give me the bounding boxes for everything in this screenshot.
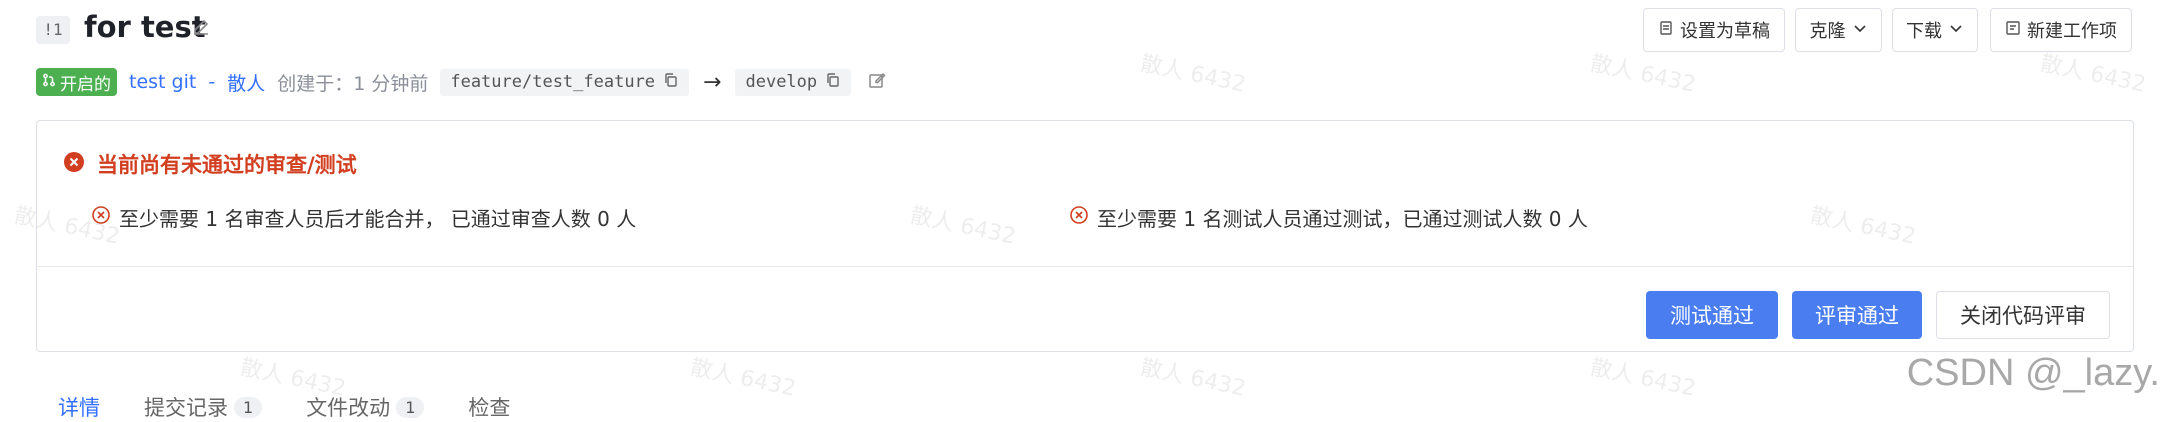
test-requirement-text: 至少需要 1 名测试人员通过测试，已通过测试人数 0 人 xyxy=(1097,207,1588,231)
source-branch: feature/test_feature xyxy=(440,68,690,96)
new-work-item-button[interactable]: 新建工作项 xyxy=(1990,8,2132,52)
author-link[interactable]: 散人 xyxy=(227,69,265,96)
review-alert-title: 当前尚有未通过的审查/测试 xyxy=(97,153,357,177)
watermark-text: 散人 6432 xyxy=(1588,355,1698,402)
tab-commits[interactable]: 提交记录 1 xyxy=(144,392,263,422)
new-work-item-label: 新建工作项 xyxy=(2027,21,2117,42)
pr-meta-row: 开启的 test git - 散人 创建于：1 分钟前 feature/test… xyxy=(36,66,887,98)
copy-icon[interactable] xyxy=(663,72,679,93)
watermark-text: 散人 6432 xyxy=(2038,51,2148,98)
draft-icon xyxy=(1658,20,1674,41)
review-pass-button[interactable]: 评审通过 xyxy=(1792,291,1922,339)
status-badge: 开启的 xyxy=(36,68,117,96)
clone-label: 克隆 xyxy=(1809,21,1846,42)
close-review-button[interactable]: 关闭代码评审 xyxy=(1936,291,2110,339)
tab-label: 详情 xyxy=(58,396,100,420)
merge-request-icon xyxy=(42,72,56,92)
csdn-watermark: CSDN @_lazy. xyxy=(1906,352,2160,394)
created-time: 创建于：1 分钟前 xyxy=(277,72,429,95)
watermark-text: 散人 6432 xyxy=(1138,51,1248,98)
tab-label: 检查 xyxy=(468,396,511,420)
tab-details[interactable]: 详情 xyxy=(58,392,100,422)
error-circle-icon xyxy=(63,151,85,178)
target-branch: develop xyxy=(735,68,852,96)
review-requirement: 至少需要 1 名审查人员后才能合并， 已通过审查人数 0 人 xyxy=(91,203,636,232)
chevron-down-icon xyxy=(1852,20,1868,41)
download-label: 下载 xyxy=(1906,21,1942,42)
review-requirement-text: 至少需要 1 名审查人员后才能合并， 已通过审查人数 0 人 xyxy=(119,207,637,231)
work-item-icon xyxy=(2005,20,2021,41)
clone-dropdown-button[interactable]: 克隆 xyxy=(1795,8,1882,52)
watermark-text: 散人 6432 xyxy=(688,355,798,402)
watermark-text: 散人 6432 xyxy=(1138,355,1248,402)
edit-branch-icon[interactable] xyxy=(867,70,887,95)
error-circle-outline-icon xyxy=(91,205,111,230)
tab-label: 提交记录 xyxy=(144,396,228,420)
review-status-panel: 当前尚有未通过的审查/测试 至少需要 1 名审查人员后才能合并， 已通过审查人数… xyxy=(36,120,2134,352)
status-label: 开启的 xyxy=(60,74,111,95)
pr-number-badge: !1 xyxy=(36,16,70,44)
tab-label: 文件改动 xyxy=(306,396,391,420)
target-branch-name: develop xyxy=(745,72,818,92)
tab-checks[interactable]: 检查 xyxy=(468,392,510,422)
error-circle-outline-icon xyxy=(1069,205,1089,230)
tab-file-changes[interactable]: 文件改动 1 xyxy=(306,392,425,422)
set-draft-button[interactable]: 设置为草稿 xyxy=(1643,8,1785,52)
copy-icon[interactable] xyxy=(825,72,841,93)
review-alert: 当前尚有未通过的审查/测试 xyxy=(63,149,357,179)
chevron-down-icon xyxy=(1948,20,1964,41)
source-branch-name: feature/test_feature xyxy=(450,72,656,92)
tab-count-badge: 1 xyxy=(234,396,263,418)
page-title: for test xyxy=(84,10,206,44)
download-dropdown-button[interactable]: 下载 xyxy=(1892,8,1978,52)
watermark-text: 散人 6432 xyxy=(1588,51,1698,98)
edit-title-icon[interactable] xyxy=(190,16,212,42)
repo-link[interactable]: test git xyxy=(129,71,196,93)
tab-count-badge: 1 xyxy=(396,396,425,418)
detail-tabs: 详情 提交记录 1 文件改动 1 检查 xyxy=(58,392,554,422)
meta-separator: - xyxy=(208,71,216,93)
test-requirement: 至少需要 1 名测试人员通过测试，已通过测试人数 0 人 xyxy=(1069,203,1588,232)
test-pass-button[interactable]: 测试通过 xyxy=(1646,291,1778,339)
panel-divider xyxy=(37,266,2133,267)
merge-arrow: → xyxy=(703,69,722,95)
set-draft-label: 设置为草稿 xyxy=(1680,21,1770,42)
